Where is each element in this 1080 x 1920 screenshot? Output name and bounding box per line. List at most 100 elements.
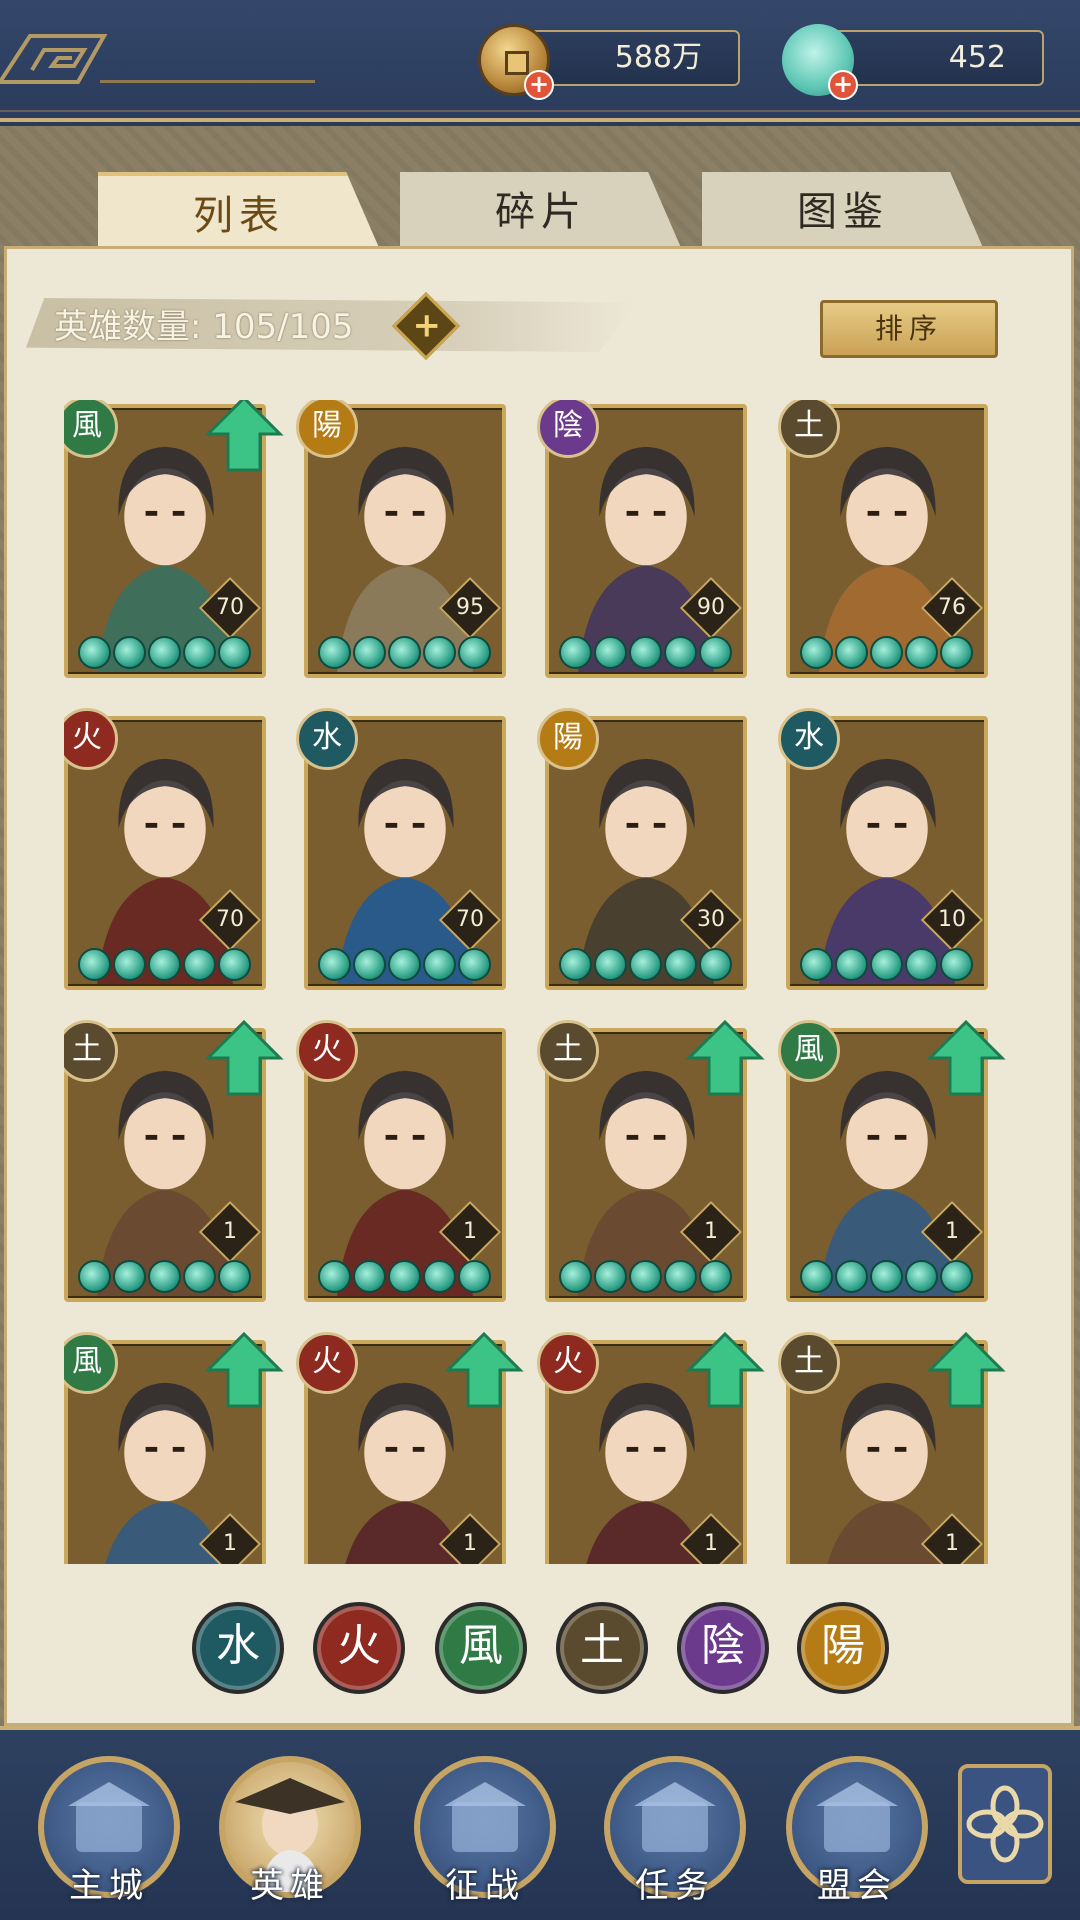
jade-star-icon [870,636,903,669]
nav-label: 盟会 [817,1866,897,1906]
hero-element-badge: 火 [537,1332,599,1394]
top-bar: 588万 + 452 + [0,0,1080,122]
hero-star-row [318,636,498,670]
hero-star-row [78,636,258,670]
hero-level: 1 [463,1531,477,1556]
copper-currency[interactable]: 588万 + [478,24,743,100]
jade-star-icon [905,636,938,669]
jade-star-icon [800,636,833,669]
hero-element-badge: 水 [778,708,840,770]
jade-star-icon [113,1260,146,1293]
element-filter-button[interactable]: 陽 [797,1602,889,1694]
jade-star-icon [835,1260,868,1293]
jade-star-icon [218,636,251,669]
element-filter-button[interactable]: 水 [192,1602,284,1694]
element-filter-button[interactable]: 風 [435,1602,527,1694]
hero-level: 1 [945,1219,959,1244]
jade-star-icon [664,1260,697,1293]
jade-star-icon [629,1260,662,1293]
hero-level: 1 [223,1531,237,1556]
element-filter-button[interactable]: 陰 [677,1602,769,1694]
jade-star-icon [664,948,697,981]
jade-star-icon [318,948,351,981]
jade-star-icon [870,948,903,981]
jade-star-icon [423,948,456,981]
nav-label: 征战 [445,1866,525,1906]
jade-star-icon [905,948,938,981]
jade-star-icon [594,1260,627,1293]
nav-label: 英雄 [250,1866,330,1906]
jade-star-icon [218,1260,251,1293]
hero-star-row [800,636,980,670]
hero-element-badge: 土 [778,1332,840,1394]
upgrade-arrow-icon [204,1019,284,1096]
flower-menu-icon [966,1785,1044,1863]
hero-element-badge: 風 [778,1020,840,1082]
jade-star-icon [423,1260,456,1293]
hero-star-row [318,1260,498,1294]
shell-currency[interactable]: 452 + [782,24,1047,100]
jade-star-icon [353,1260,386,1293]
hero-star-row [800,948,980,982]
hero-star-row [800,1260,980,1294]
jade-star-icon [699,948,732,981]
jade-star-icon [629,636,662,669]
upgrade-arrow-icon [204,1331,284,1408]
jade-star-icon [148,948,181,981]
jade-star-icon [800,1260,833,1293]
hero-level: 10 [938,907,966,932]
jade-star-icon [905,1260,938,1293]
nav-label: 主城 [69,1866,149,1906]
jade-star-icon [940,948,973,981]
jade-star-icon [353,948,386,981]
jade-star-icon [78,948,111,981]
jade-star-icon [559,1260,592,1293]
hero-level: 1 [704,1531,718,1556]
tab-fragments[interactable]: 碎片 [400,172,682,250]
hero-element-badge: 火 [296,1332,358,1394]
sort-button[interactable]: 排序 [820,300,998,358]
header-divider [100,80,315,83]
jade-star-icon [78,636,111,669]
hero-level: 95 [456,595,484,620]
tab-list[interactable]: 列表 [98,172,380,250]
hero-level: 30 [697,907,725,932]
jade-star-icon [594,948,627,981]
hero-star-row [559,636,739,670]
hero-element-badge: 火 [296,1020,358,1082]
add-copper-button[interactable]: + [524,70,554,100]
hero-star-row [559,948,739,982]
upgrade-arrow-icon [204,400,284,472]
menu-button[interactable] [958,1764,1052,1884]
jade-star-icon [594,636,627,669]
jade-star-icon [458,1260,491,1293]
hero-element-badge: 水 [296,708,358,770]
hero-element-badge: 陽 [537,708,599,770]
element-filter-button[interactable]: 火 [313,1602,405,1694]
hero-level: 70 [216,595,244,620]
nav-label: 任务 [635,1866,715,1906]
jade-star-icon [318,636,351,669]
add-shell-button[interactable]: + [828,70,858,100]
hero-star-row [78,948,258,982]
hero-level: 1 [704,1219,718,1244]
jade-star-icon [870,1260,903,1293]
jade-star-icon [458,636,491,669]
jade-star-icon [664,636,697,669]
upgrade-arrow-icon [444,1331,524,1408]
upgrade-arrow-icon [685,1019,765,1096]
jade-star-icon [699,1260,732,1293]
jade-star-icon [183,636,216,669]
jade-star-icon [388,636,421,669]
tab-codex[interactable]: 图鉴 [702,172,984,250]
hero-level: 1 [945,1531,959,1556]
jade-star-icon [388,1260,421,1293]
hero-star-row [559,1260,739,1294]
upgrade-arrow-icon [685,1331,765,1408]
element-filter-button[interactable]: 土 [556,1602,648,1694]
jade-star-icon [353,636,386,669]
jade-star-icon [458,948,491,981]
jade-star-icon [423,636,456,669]
jade-star-icon [559,948,592,981]
jade-star-icon [148,636,181,669]
